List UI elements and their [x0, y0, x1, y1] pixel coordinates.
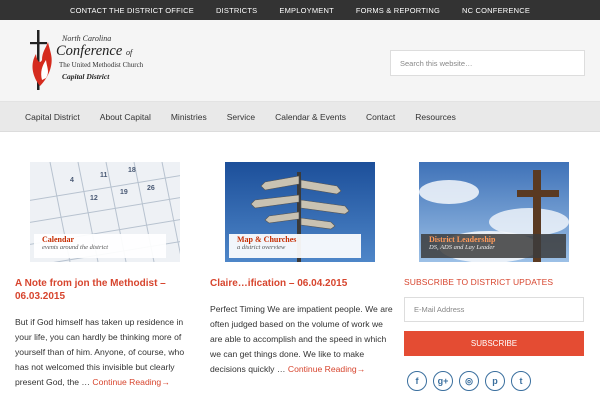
- pinterest-icon[interactable]: p: [485, 371, 505, 391]
- topbar-link-contact[interactable]: CONTACT THE DISTRICT OFFICE: [59, 6, 205, 15]
- map-churches-banner: Map & Churches a district overview: [229, 234, 361, 258]
- top-utility-bar: CONTACT THE DISTRICT OFFICE DISTRICTS EM…: [0, 0, 600, 20]
- map-churches-feature-card[interactable]: Map & Churches a district overview: [225, 162, 375, 262]
- nav-item-about-capital[interactable]: About Capital: [90, 112, 161, 122]
- tumblr-icon[interactable]: t: [511, 371, 531, 391]
- post-title-date[interactable]: 06.03.2015: [15, 290, 200, 303]
- nav-item-resources[interactable]: Resources: [405, 112, 466, 122]
- nav-item-contact[interactable]: Contact: [356, 112, 405, 122]
- logo-line-conference: Conference of: [56, 43, 132, 60]
- subscribe-button[interactable]: SUBSCRIBE: [404, 331, 584, 356]
- svg-text:19: 19: [120, 189, 128, 196]
- svg-text:12: 12: [90, 195, 98, 202]
- logo-of-word: of: [125, 48, 133, 57]
- logo-conference-word: Conference: [56, 43, 123, 59]
- logo-line-umc: The United Methodist Church: [59, 61, 144, 69]
- svg-text:18: 18: [128, 167, 136, 174]
- nav-item-service[interactable]: Service: [217, 112, 265, 122]
- site-logo[interactable]: North Carolina Conference of The United …: [28, 28, 158, 92]
- calendar-banner-title: Calendar: [42, 235, 74, 244]
- district-leadership-banner: District Leadership DS, ADS and Lay Lead…: [421, 234, 566, 258]
- search-input[interactable]: [390, 50, 585, 76]
- topbar-link-nc-conference[interactable]: NC CONFERENCE: [451, 6, 541, 15]
- facebook-icon[interactable]: f: [407, 371, 427, 391]
- svg-text:4: 4: [70, 177, 74, 184]
- site-header: North Carolina Conference of The United …: [0, 20, 600, 102]
- email-field[interactable]: [404, 297, 584, 322]
- svg-text:26: 26: [147, 185, 155, 192]
- instagram-icon[interactable]: ◎: [459, 371, 479, 391]
- continue-reading-link[interactable]: Continue Reading→: [288, 364, 365, 374]
- post-title-claire-ification[interactable]: Claire…ification – 06.04.2015: [210, 277, 395, 290]
- district-leadership-banner-subtitle: DS, ADS and Lay Leader: [429, 244, 495, 251]
- logo-line-capital-district: Capital District: [62, 72, 110, 81]
- calendar-banner: Calendar events around the district: [34, 234, 166, 258]
- topbar-link-forms[interactable]: FORMS & REPORTING: [345, 6, 451, 15]
- post-title-line[interactable]: A Note from jon the Methodist –: [15, 277, 200, 290]
- district-leadership-feature-card[interactable]: District Leadership DS, ADS and Lay Lead…: [419, 162, 569, 262]
- social-icons: f g+ ◎ p t: [407, 371, 531, 391]
- nav-item-capital-district[interactable]: Capital District: [15, 112, 90, 122]
- main-navigation: Capital District About Capital Ministrie…: [0, 102, 600, 132]
- logo-line-north-carolina: North Carolina: [62, 34, 112, 43]
- continue-reading-link[interactable]: Continue Reading→: [92, 377, 169, 387]
- topbar-link-districts[interactable]: DISTRICTS: [205, 6, 268, 15]
- post-excerpt-claire-ification: Perfect Timing We are impatient people. …: [210, 302, 395, 377]
- post-title-line[interactable]: Claire…ification – 06.04.2015: [210, 277, 395, 290]
- calendar-banner-subtitle: events around the district: [42, 244, 109, 251]
- calendar-feature-card[interactable]: 12 19 26 4 11 18 Calendar events around the …: [30, 162, 180, 262]
- google-plus-icon[interactable]: g+: [433, 371, 453, 391]
- nav-item-calendar-events[interactable]: Calendar & Events: [265, 112, 356, 122]
- cross-flame-icon: [30, 30, 52, 90]
- map-churches-banner-title: Map & Churches: [237, 235, 297, 244]
- district-leadership-banner-title: District Leadership: [429, 235, 496, 244]
- topbar-link-employment[interactable]: EMPLOYMENT: [268, 6, 345, 15]
- svg-text:11: 11: [100, 172, 108, 179]
- post-title-note-from-jon[interactable]: A Note from jon the Methodist – 06.03.20…: [15, 277, 200, 303]
- subscribe-heading: SUBSCRIBE TO DISTRICT UPDATES: [404, 277, 554, 287]
- map-churches-banner-subtitle: a district overview: [237, 244, 286, 251]
- nav-item-ministries[interactable]: Ministries: [161, 112, 217, 122]
- post-excerpt-note-from-jon: But if God himself has taken up residenc…: [15, 315, 200, 390]
